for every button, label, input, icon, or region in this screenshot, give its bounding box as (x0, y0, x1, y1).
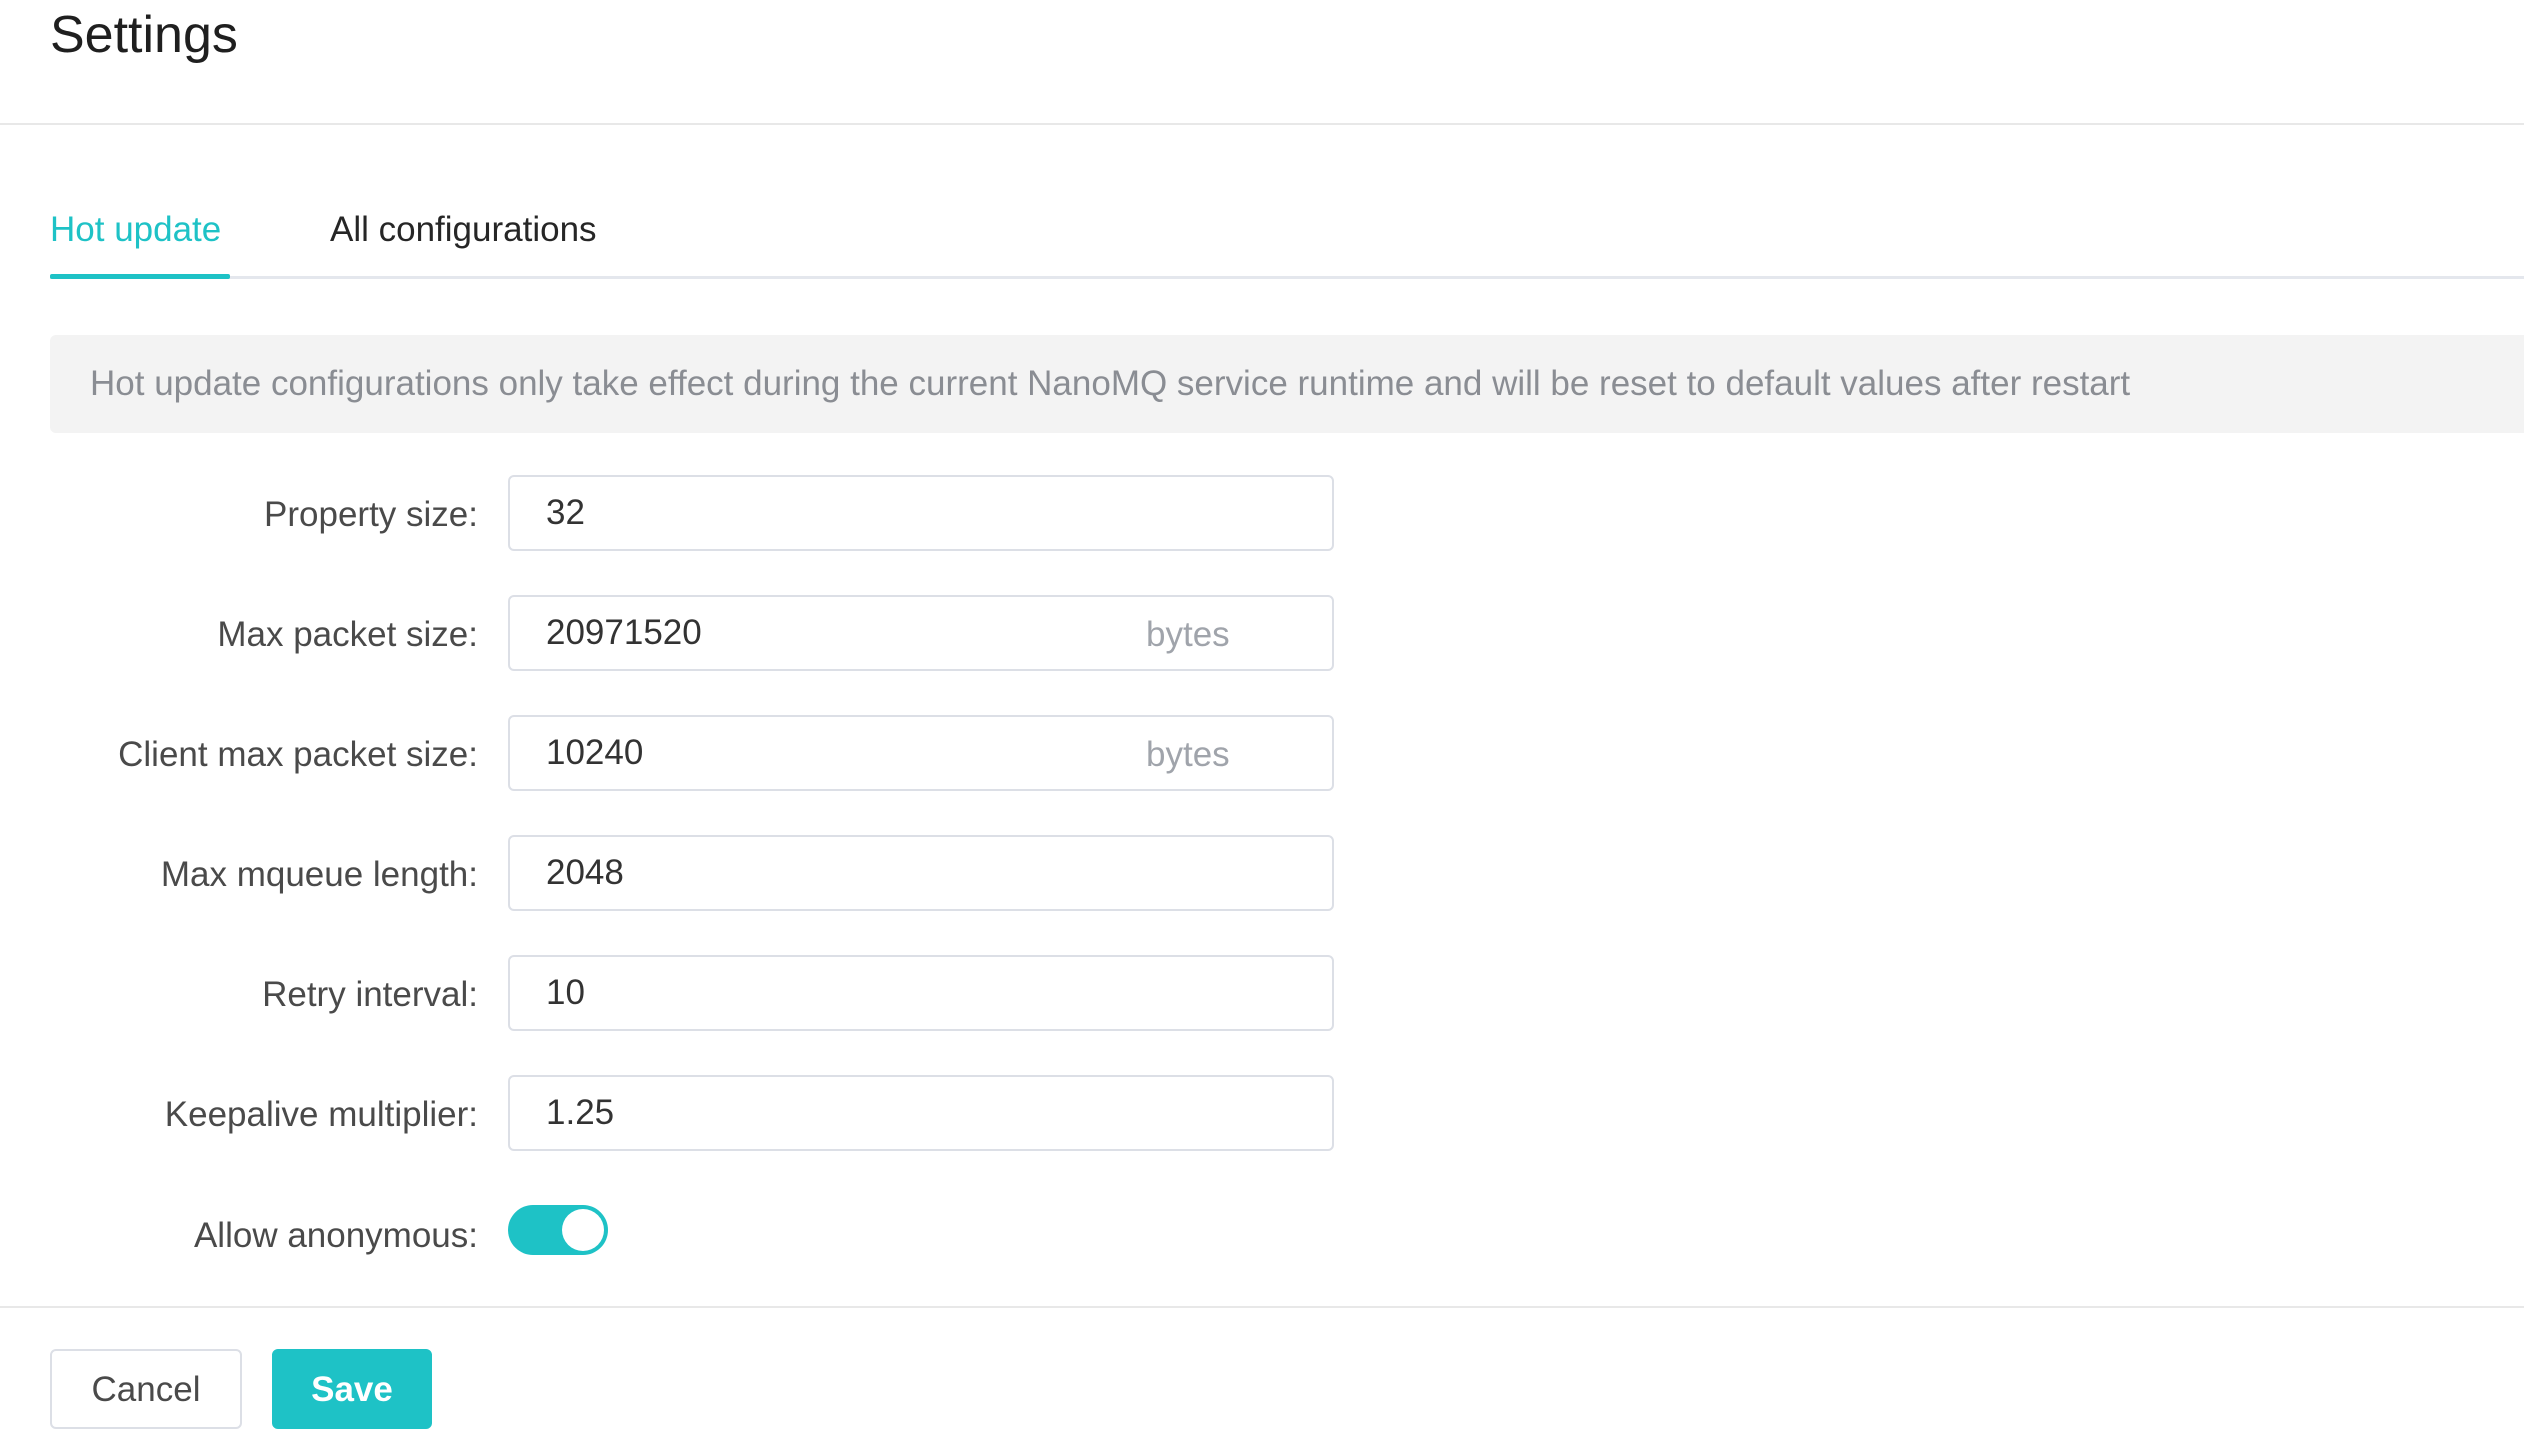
notice-text: Hot update configurations only take effe… (90, 364, 2131, 403)
max-packet-size-label: Max packet size: (217, 615, 478, 654)
form-row-client-max-packet-size: Client max packet size: bytes (0, 715, 1400, 795)
tab-hot-update[interactable]: Hot update (50, 208, 221, 252)
toggle-knob (562, 1209, 604, 1251)
settings-tabs: Hot update All configurations (50, 196, 2524, 279)
settings-page: Settings Hot update All configurations H… (0, 0, 2524, 1440)
form-row-keepalive-multiplier: Keepalive multiplier: (0, 1075, 1400, 1155)
max-packet-size-unit: bytes (1146, 615, 1230, 654)
form-row-property-size: Property size: (0, 475, 1400, 555)
max-mqueue-length-input[interactable] (510, 837, 1332, 909)
keepalive-multiplier-input[interactable] (510, 1077, 1332, 1149)
property-size-label: Property size: (264, 495, 478, 534)
max-packet-size-field: bytes (508, 595, 1334, 671)
retry-interval-field (508, 955, 1334, 1031)
form-row-max-mqueue-length: Max mqueue length: (0, 835, 1400, 915)
property-size-field (508, 475, 1334, 551)
keepalive-multiplier-label: Keepalive multiplier: (164, 1095, 478, 1134)
form-row-allow-anonymous: Allow anonymous: (0, 1196, 1400, 1276)
page-title: Settings (50, 6, 238, 64)
property-size-input[interactable] (510, 477, 1332, 549)
max-mqueue-length-label: Max mqueue length: (160, 855, 478, 894)
allow-anonymous-toggle[interactable] (508, 1205, 608, 1255)
max-mqueue-length-field (508, 835, 1334, 911)
form-row-max-packet-size: Max packet size: bytes (0, 595, 1400, 675)
client-max-packet-size-unit: bytes (1146, 735, 1230, 774)
page-header: Settings (0, 0, 2524, 125)
hot-update-notice: Hot update configurations only take effe… (50, 335, 2524, 433)
client-max-packet-size-field: bytes (508, 715, 1334, 791)
active-tab-indicator (50, 274, 230, 279)
retry-interval-input[interactable] (510, 957, 1332, 1029)
form-row-retry-interval: Retry interval: (0, 955, 1400, 1035)
cancel-button[interactable]: Cancel (50, 1349, 242, 1429)
retry-interval-label: Retry interval: (262, 975, 478, 1014)
save-button[interactable]: Save (272, 1349, 432, 1429)
client-max-packet-size-label: Client max packet size: (118, 735, 478, 774)
allow-anonymous-label: Allow anonymous: (193, 1216, 478, 1255)
tab-all-configurations[interactable]: All configurations (330, 208, 597, 252)
footer-divider (0, 1306, 2524, 1308)
keepalive-multiplier-field (508, 1075, 1334, 1151)
